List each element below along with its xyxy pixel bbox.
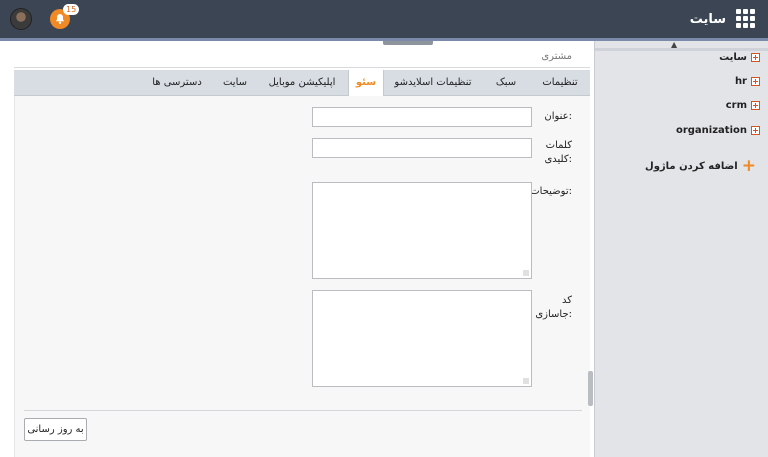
header-divider [14,67,590,68]
resize-grip-icon[interactable] [523,270,529,276]
plus-icon: + [741,156,756,176]
main-panel: مشتری تنظیمات سبک تنظیمات اسلایدشو سئو ا… [0,41,594,457]
embed-code-textarea[interactable] [312,290,532,387]
keywords-input[interactable] [312,138,532,158]
tab-mobile-app[interactable]: اپلیکیشن موبایل [256,70,348,96]
scrollbar-thumb[interactable] [588,371,593,406]
sidebar-item-site[interactable]: سایت [719,52,760,63]
update-button[interactable]: به روز رسانی [24,418,87,441]
page-title: مشتری [541,51,572,62]
apps-grid-icon[interactable] [736,9,756,29]
expand-plus-icon[interactable] [751,126,760,135]
tab-seo[interactable]: سئو [348,70,384,97]
add-module-label: اضافه کردن ماژول [645,160,738,172]
tab-style[interactable]: سبک [482,70,530,96]
sidebar-item-crm[interactable]: crm [726,100,760,111]
tab-settings[interactable]: تنظیمات [530,70,590,96]
sidebar: ▲ سایت hr crm organization اضافه کردن ما… [594,40,768,457]
sidebar-item-label: سایت [719,52,747,63]
sidebar-item-label: organization [675,125,747,136]
expand-plus-icon[interactable] [751,101,760,110]
sidebar-item-hr[interactable]: hr [735,76,760,87]
seo-form: عنوان: کلمات کلیدی: توضیحات: کد جاسازی: [14,96,590,457]
notification-count-badge: 15 [63,4,80,15]
sidebar-divider [595,48,768,51]
title-input[interactable] [312,107,532,127]
brand-label: سایت [689,11,726,27]
expand-plus-icon[interactable] [751,77,760,86]
tab-bar: تنظیمات سبک تنظیمات اسلایدشو سئو اپلیکیش… [14,70,590,97]
embed-code-label: کد جاسازی: [535,295,572,320]
description-label: توضیحات: [530,186,572,197]
user-avatar[interactable] [10,8,32,30]
tab-site[interactable]: سایت [214,70,256,96]
brand[interactable]: سایت [690,8,756,30]
bell-icon [55,14,65,24]
top-bar: سایت 15 [0,0,768,41]
footer-divider [24,410,582,411]
sidebar-item-label: crm [725,100,747,111]
panel-drag-handle[interactable] [383,41,433,45]
resize-grip-icon[interactable] [523,378,529,384]
add-module-button[interactable]: اضافه کردن ماژول + [645,156,756,176]
title-label: عنوان: [544,111,572,122]
tab-permissions[interactable]: دسترسی ها [140,70,214,96]
tab-slideshow-settings[interactable]: تنظیمات اسلایدشو [384,70,482,96]
sidebar-item-label: hr [734,76,747,87]
sidebar-item-organization[interactable]: organization [676,125,760,136]
description-textarea[interactable] [312,182,532,279]
keywords-label: کلمات کلیدی: [544,140,572,165]
expand-plus-icon[interactable] [751,53,760,62]
